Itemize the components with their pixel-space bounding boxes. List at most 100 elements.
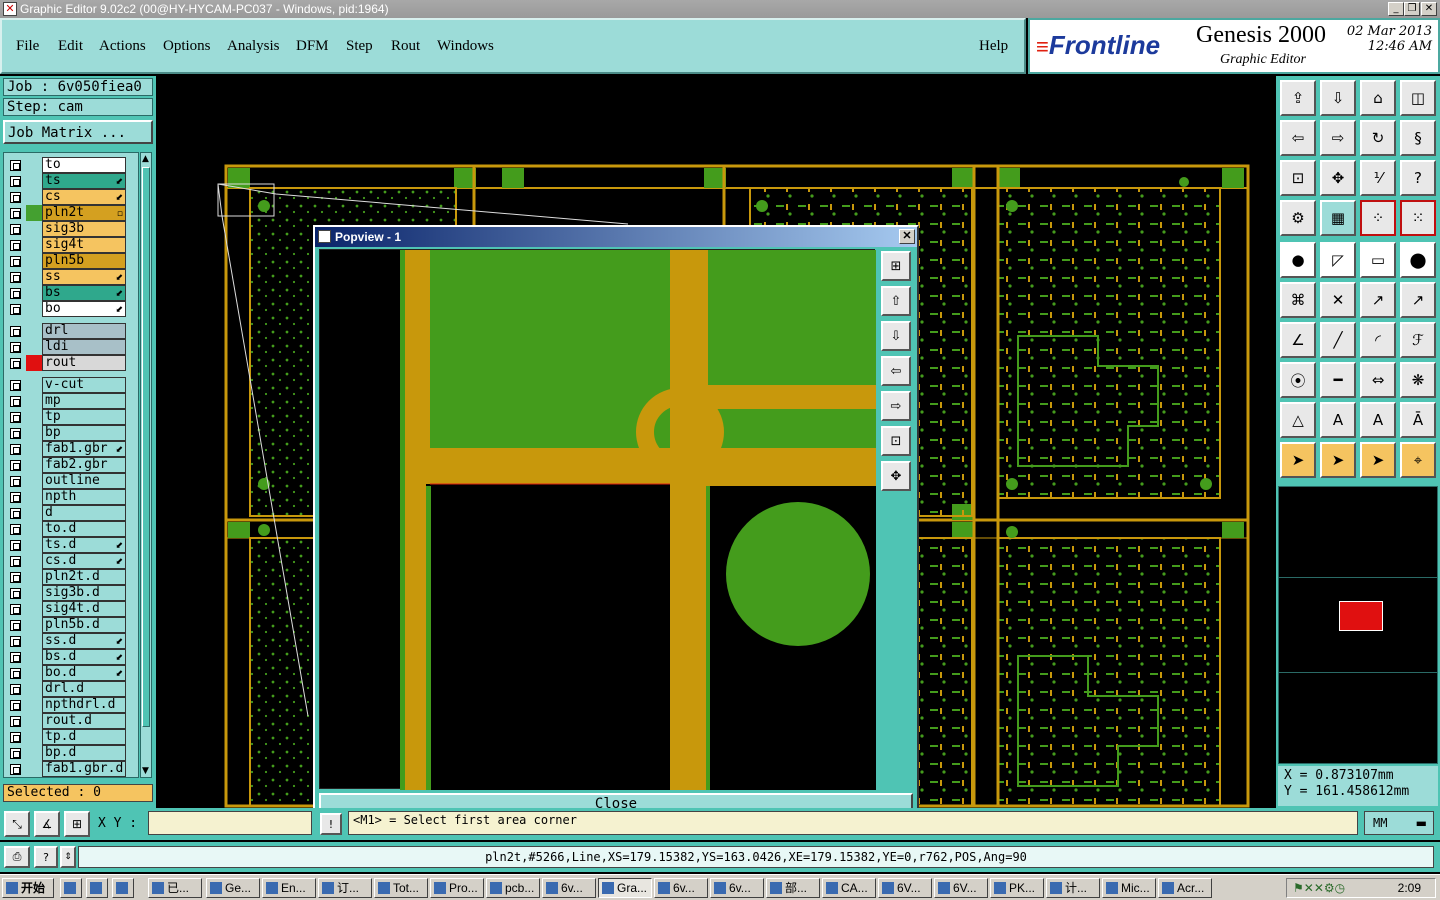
menu-help[interactable]: Help xyxy=(979,38,1008,55)
select-net-icon[interactable]: ⌖ xyxy=(1400,442,1436,478)
layer-color-swatch[interactable] xyxy=(26,537,42,553)
layer-color-swatch[interactable] xyxy=(26,681,42,697)
select-box-icon[interactable]: ➤ xyxy=(1320,442,1356,478)
arc-icon[interactable]: ◜ xyxy=(1360,322,1396,358)
layer-row[interactable]: bs.d ⬋ xyxy=(4,649,130,665)
popview-pan-right-icon[interactable]: ⇨ xyxy=(881,391,911,421)
taskbar-item[interactable]: Tot... xyxy=(374,878,428,898)
layer-color-swatch[interactable] xyxy=(26,301,42,317)
layer-checkbox[interactable] xyxy=(10,224,21,235)
menu-file[interactable]: File xyxy=(16,38,39,55)
close-window-button[interactable]: ✕ xyxy=(1421,2,1437,16)
menu-rout[interactable]: Rout xyxy=(391,38,420,55)
popview-canvas[interactable] xyxy=(319,249,876,790)
layer-name[interactable]: pln5b.d xyxy=(42,617,126,633)
layer-color-swatch[interactable] xyxy=(26,221,42,237)
layer-name[interactable]: v-cut xyxy=(42,377,126,393)
layer-row[interactable]: to xyxy=(4,157,130,173)
layer-checkbox[interactable] xyxy=(10,256,21,267)
layer-row[interactable]: ts ⬋ xyxy=(4,173,130,189)
scroll-up-icon[interactable]: ▲ xyxy=(142,154,150,164)
layer-color-swatch[interactable] xyxy=(26,323,42,339)
layer-color-swatch[interactable] xyxy=(26,553,42,569)
move-point-icon[interactable]: ↗ xyxy=(1360,282,1396,318)
layer-checkbox[interactable] xyxy=(10,288,21,299)
layer-checkbox[interactable] xyxy=(10,636,21,647)
tray-icons[interactable]: ⚑✕✕⚙◷ xyxy=(1293,879,1345,897)
layer-row[interactable]: rout xyxy=(4,355,130,371)
popview-center-icon[interactable]: ✥ xyxy=(881,461,911,491)
measure-icon[interactable]: ▭ xyxy=(1360,242,1396,278)
layer-color-swatch[interactable] xyxy=(26,339,42,355)
layer-row[interactable]: pln2t ▫ xyxy=(4,205,130,221)
taskbar-item[interactable]: 6v... xyxy=(710,878,764,898)
layer-row[interactable]: fab2.gbr xyxy=(4,457,130,473)
layer-row[interactable]: tp xyxy=(4,409,130,425)
folder-icon[interactable] xyxy=(86,878,108,898)
layer-name[interactable]: fab1.gbr.d xyxy=(42,761,126,777)
taskbar-item[interactable]: Acr... xyxy=(1158,878,1212,898)
layer-checkbox[interactable] xyxy=(10,160,21,171)
printer-icon[interactable]: ⎙ xyxy=(4,846,30,868)
menu-windows[interactable]: Windows xyxy=(437,38,494,55)
layer-name[interactable]: sig3b.d xyxy=(42,585,126,601)
layer-checkbox[interactable] xyxy=(10,556,21,567)
line-add-icon[interactable]: ◸ xyxy=(1320,242,1356,278)
layer-name[interactable]: fab2.gbr xyxy=(42,457,126,473)
settings-icon[interactable]: ⚙ xyxy=(1280,200,1316,236)
taskbar-item[interactable]: 订... xyxy=(318,878,372,898)
layer-row[interactable]: ts.d ⬋ xyxy=(4,537,130,553)
layer-scrollbar[interactable]: ▲ ▼ xyxy=(140,152,152,778)
layer-checkbox[interactable] xyxy=(10,540,21,551)
layer-color-swatch[interactable] xyxy=(26,697,42,713)
taskbar-item[interactable]: 部... xyxy=(766,878,820,898)
layer-name[interactable]: bs.d ⬋ xyxy=(42,649,126,665)
layer-color-swatch[interactable] xyxy=(26,237,42,253)
redraw-icon[interactable]: § xyxy=(1400,120,1436,156)
layer-row[interactable]: rout.d xyxy=(4,713,130,729)
layer-checkbox[interactable] xyxy=(10,272,21,283)
layer-color-swatch[interactable] xyxy=(26,745,42,761)
layer-color-swatch[interactable] xyxy=(26,521,42,537)
layer-checkbox[interactable] xyxy=(10,412,21,423)
layer-name[interactable]: fab1.gbr ⬋ xyxy=(42,441,126,457)
zoom-fit-icon[interactable]: ⊡ xyxy=(1280,160,1316,196)
layer-color-swatch[interactable] xyxy=(26,569,42,585)
info-icon[interactable]: ! xyxy=(320,813,342,835)
connect-icon[interactable]: ⌘ xyxy=(1280,282,1316,318)
layer-name[interactable]: sig4t xyxy=(42,237,126,253)
layer-name[interactable]: bp.d xyxy=(42,745,126,761)
snap-icon[interactable]: ⁘ xyxy=(1360,200,1396,236)
layer-row[interactable]: sig3b xyxy=(4,221,130,237)
grid-tool-icon[interactable]: ⊞ xyxy=(64,811,90,837)
grid-icon[interactable]: ▦ xyxy=(1320,200,1356,236)
layer-name[interactable]: outline xyxy=(42,473,126,489)
select-arrow-icon[interactable]: ➤ xyxy=(1280,442,1316,478)
layer-checkbox[interactable] xyxy=(10,572,21,583)
layer-color-swatch[interactable] xyxy=(26,601,42,617)
layer-name[interactable]: ldi xyxy=(42,339,126,355)
layer-name[interactable]: d xyxy=(42,505,126,521)
overview-viewport[interactable] xyxy=(1339,601,1383,631)
pad-add-icon[interactable]: ● xyxy=(1280,242,1316,278)
layer-row[interactable]: sig4t xyxy=(4,237,130,253)
layer-row[interactable]: ss ⬋ xyxy=(4,269,130,285)
layer-row[interactable]: bp.d xyxy=(4,745,130,761)
zoom-center-icon[interactable]: ✥ xyxy=(1320,160,1356,196)
dimension-icon[interactable]: ⇔ xyxy=(1360,362,1396,398)
a-shape-bar-icon[interactable]: Ā xyxy=(1400,402,1436,438)
xy-input[interactable] xyxy=(148,811,312,835)
layer-checkbox[interactable] xyxy=(10,304,21,315)
layer-checkbox[interactable] xyxy=(10,652,21,663)
cluster-icon[interactable]: ❋ xyxy=(1400,362,1436,398)
layer-color-swatch[interactable] xyxy=(26,409,42,425)
layer-name[interactable]: drl xyxy=(42,323,126,339)
layer-checkbox[interactable] xyxy=(10,748,21,759)
layer-name[interactable]: to xyxy=(42,157,126,173)
layer-name[interactable]: sig3b xyxy=(42,221,126,237)
pan-right-icon[interactable]: ⇨ xyxy=(1320,120,1356,156)
layer-color-swatch[interactable] xyxy=(26,729,42,745)
ie-icon[interactable] xyxy=(60,878,82,898)
layer-color-swatch[interactable] xyxy=(26,425,42,441)
layer-row[interactable]: d xyxy=(4,505,130,521)
